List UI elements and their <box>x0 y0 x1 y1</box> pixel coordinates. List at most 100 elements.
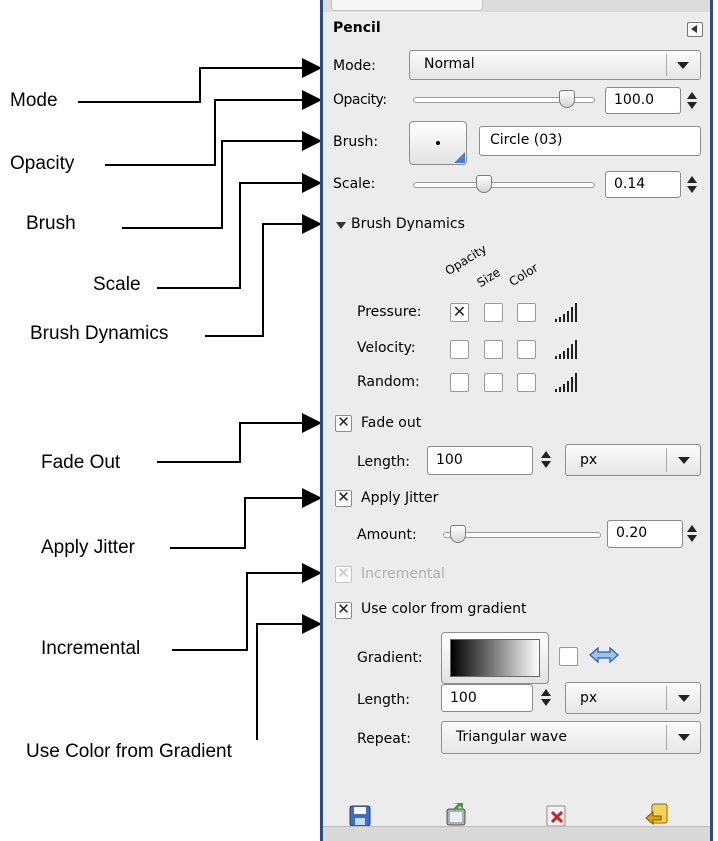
jitter-slider-thumb[interactable] <box>450 525 467 543</box>
tool-options-panel: Pencil Mode: Normal Opacity: 100.0 Brush… <box>320 0 713 841</box>
panel-title: Pencil <box>333 20 381 36</box>
fade-length-input[interactable]: 100 <box>427 446 533 475</box>
callout-incremental: Incremental <box>41 638 141 659</box>
swap-arrows-icon[interactable] <box>589 646 619 664</box>
repeat-label: Repeat: <box>357 731 411 747</box>
panel-menu-button[interactable] <box>687 22 703 37</box>
opacity-input[interactable]: 100.0 <box>605 87 681 114</box>
fade-out-checkbox[interactable]: ✕ <box>335 413 352 432</box>
brush-leader <box>122 131 322 229</box>
callout-apply-jitter: Apply Jitter <box>41 537 135 558</box>
gradient-unit-select[interactable]: px <box>565 682 701 714</box>
opacity-slider-thumb[interactable] <box>559 90 576 108</box>
velocity-curve-icon[interactable] <box>555 338 581 360</box>
jitter-slider-track[interactable] <box>443 532 601 538</box>
mode-leader <box>78 58 322 103</box>
gradient-preview-button[interactable] <box>441 632 549 684</box>
apply-jitter-checkbox[interactable]: ✕ <box>335 488 352 507</box>
apply-jitter-label: Apply Jitter <box>361 490 439 506</box>
scale-slider-thumb[interactable] <box>476 175 493 193</box>
pressure-curve-icon[interactable] <box>555 301 581 323</box>
opacity-spin-buttons[interactable] <box>687 92 697 110</box>
brush-dynamics-label[interactable]: Brush Dynamics <box>351 216 465 232</box>
random-size-checkbox[interactable] <box>484 373 503 392</box>
restore-icon[interactable] <box>443 801 471 829</box>
opacity-label: Opacity: <box>333 92 387 108</box>
random-color-checkbox[interactable] <box>517 373 536 392</box>
fade-length-spin-buttons[interactable] <box>541 451 551 469</box>
pressure-opacity-checkbox[interactable]: ✕ <box>450 302 469 322</box>
opacity-leader <box>105 90 322 166</box>
panel-top-strip <box>323 0 710 12</box>
panel-bottom-strip <box>323 826 710 841</box>
velocity-opacity-checkbox[interactable] <box>450 340 469 359</box>
mode-select[interactable]: Normal <box>409 50 701 80</box>
brush-preview-button[interactable] <box>409 121 467 165</box>
fade-length-label: Length: <box>357 454 411 470</box>
mode-dropdown-icon <box>677 62 689 69</box>
repeat-dropdown-icon <box>678 734 690 741</box>
gradient-length-input[interactable]: 100 <box>441 684 533 712</box>
pressure-color-checkbox[interactable] <box>517 303 536 322</box>
jitter-amount-label: Amount: <box>357 527 417 543</box>
dynamics-row-velocity-label: Velocity: <box>357 340 416 356</box>
callout-fade-out: Fade Out <box>41 452 121 473</box>
check-mark-icon: ✕ <box>452 302 467 321</box>
brush-name-field[interactable]: Circle (03) <box>479 126 701 156</box>
fade-unit-select[interactable]: px <box>565 444 701 476</box>
scale-input[interactable]: 0.14 <box>605 171 681 198</box>
gradient-swatch <box>450 639 540 677</box>
brush-dynamics-leader <box>205 214 322 337</box>
gradient-label: Gradient: <box>357 650 423 666</box>
fade-out-label: Fade out <box>361 415 422 431</box>
check-mark-icon: ✕ <box>337 488 350 506</box>
apply-jitter-leader <box>170 488 322 549</box>
brush-label: Brush: <box>333 134 379 150</box>
repeat-select-separator <box>666 725 667 750</box>
velocity-color-checkbox[interactable] <box>517 340 536 359</box>
gradient-reverse-checkbox[interactable] <box>559 647 578 666</box>
scale-value: 0.14 <box>614 176 646 192</box>
use-color-from-gradient-checkbox[interactable]: ✕ <box>335 600 352 619</box>
mode-select-separator <box>666 54 667 76</box>
opacity-value: 100.0 <box>614 92 655 108</box>
scale-slider-track[interactable] <box>413 182 595 188</box>
check-mark-icon: ✕ <box>337 564 350 582</box>
pressure-size-checkbox[interactable] <box>484 303 503 322</box>
fade-length-value: 100 <box>436 452 463 468</box>
scale-label: Scale: <box>333 176 376 192</box>
random-opacity-checkbox[interactable] <box>450 373 469 392</box>
scale-spin-buttons[interactable] <box>687 176 697 194</box>
velocity-size-checkbox[interactable] <box>484 340 503 359</box>
reset-icon[interactable] <box>643 801 671 829</box>
dynamics-col-size: Size <box>474 265 503 290</box>
dynamics-row-pressure-label: Pressure: <box>357 304 422 320</box>
gradient-length-value: 100 <box>450 690 477 706</box>
scale-leader <box>157 173 322 289</box>
callout-opacity: Opacity <box>10 153 75 174</box>
callout-scale: Scale <box>93 274 141 295</box>
brush-name-value: Circle (03) <box>490 132 563 148</box>
jitter-spin-buttons[interactable] <box>687 525 697 543</box>
fade-unit-value: px <box>580 452 598 468</box>
check-mark-icon: ✕ <box>337 600 350 618</box>
jitter-amount-input[interactable]: 0.20 <box>607 520 683 548</box>
incremental-checkbox[interactable]: ✕ <box>335 564 352 583</box>
incremental-label: Incremental <box>361 566 445 582</box>
expander-arrow-icon[interactable] <box>336 222 346 229</box>
fade-out-leader <box>157 413 322 463</box>
dynamics-row-random-label: Random: <box>357 374 420 390</box>
repeat-select[interactable]: Triangular wave <box>441 721 701 754</box>
gradient-unit-dropdown-icon <box>678 695 690 702</box>
panel-tab[interactable] <box>331 0 483 11</box>
check-mark-icon: ✕ <box>337 413 350 431</box>
callout-mode: Mode <box>10 90 58 111</box>
callout-use-color-from-gradient: Use Color from Gradient <box>26 741 232 762</box>
callout-brush-dynamics: Brush Dynamics <box>30 323 169 344</box>
mode-label: Mode: <box>333 58 376 74</box>
delete-icon[interactable] <box>543 801 571 829</box>
brush-dot-icon <box>436 141 440 145</box>
gradient-length-spin-buttons[interactable] <box>541 689 551 707</box>
random-curve-icon[interactable] <box>555 371 581 393</box>
use-color-from-gradient-label: Use color from gradient <box>361 601 527 617</box>
